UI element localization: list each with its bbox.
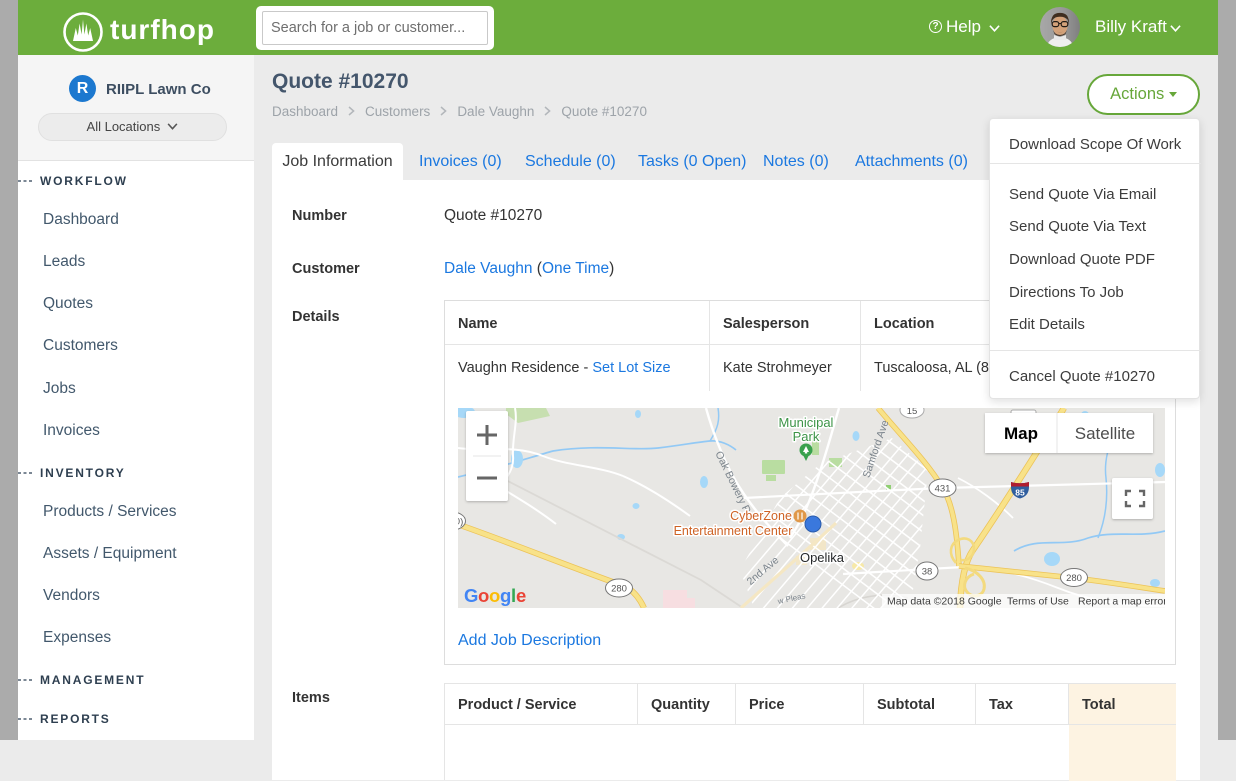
svg-text:Municipal: Municipal [779,415,834,430]
svg-text:15: 15 [907,408,918,417]
svg-text:280: 280 [1066,573,1082,584]
svg-text:o: o [478,585,489,606]
svg-text:g: g [500,585,511,606]
svg-text:G: G [464,585,478,606]
svg-text:CyberZone: CyberZone [730,509,792,523]
svg-text:85: 85 [1015,488,1025,498]
svg-text:Report a map error: Report a map error [1078,596,1165,608]
svg-text:0): 0) [458,517,463,528]
svg-text:Terms of Use: Terms of Use [1007,596,1069,608]
svg-text:Entertainment Center: Entertainment Center [674,524,793,538]
svg-text:Opelika: Opelika [800,550,845,565]
svg-text:Park: Park [793,429,820,444]
svg-text:Map data ©2018 Google: Map data ©2018 Google [887,596,1002,608]
svg-text:280: 280 [611,584,627,595]
svg-text:38: 38 [922,567,933,578]
svg-text:o: o [489,585,500,606]
svg-text:431: 431 [935,484,951,495]
svg-text:Map: Map [1004,424,1038,443]
svg-text:Satellite: Satellite [1075,424,1135,443]
svg-text:e: e [516,585,526,606]
